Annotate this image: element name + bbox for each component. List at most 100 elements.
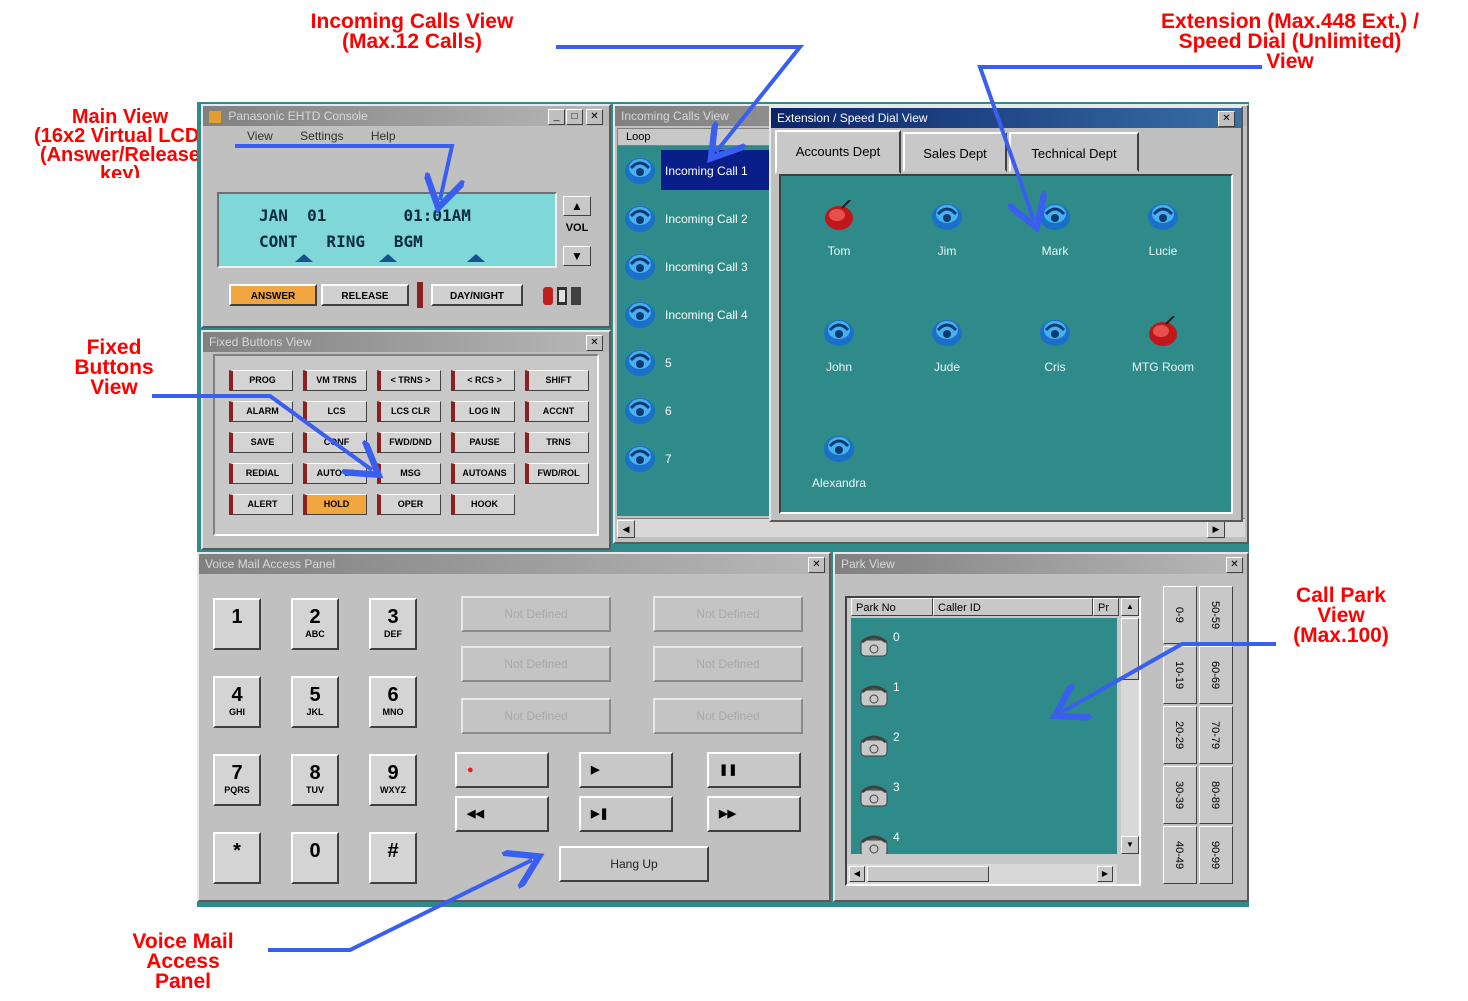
lcd-softkey-3-icon[interactable]: [467, 254, 485, 262]
incoming-call-item[interactable]: 7: [617, 436, 773, 480]
extension-view-titlebar[interactable]: Extension / Speed Dial View: [771, 108, 1241, 128]
fixed-button-alarm[interactable]: ALARM: [229, 401, 293, 422]
play-button[interactable]: ▶: [579, 752, 673, 788]
extension-item[interactable]: Jude: [897, 302, 997, 382]
fixed-button-lcs-clr[interactable]: LCS CLR: [377, 401, 441, 422]
answer-button[interactable]: ANSWER: [229, 284, 317, 306]
menu-help[interactable]: Help: [371, 129, 396, 143]
tab-accounts-dept[interactable]: Accounts Dept: [775, 130, 901, 174]
park-range-tab[interactable]: 50-59: [1199, 586, 1233, 644]
extension-item[interactable]: Lucie: [1113, 186, 1213, 266]
park-range-tab[interactable]: 80-89: [1199, 766, 1233, 824]
fixed-button-shift[interactable]: SHIFT: [525, 370, 589, 391]
fixed-button-msg[interactable]: MSG: [377, 463, 441, 484]
scroll-down-button[interactable]: ▼: [1121, 836, 1139, 854]
column-header-caller-id[interactable]: Caller ID: [933, 598, 1093, 616]
extension-item[interactable]: Alexandra: [789, 418, 889, 498]
extension-item[interactable]: Jim: [897, 186, 997, 266]
close-button[interactable]: ✕: [1218, 111, 1235, 127]
fixed-button-log-in[interactable]: LOG IN: [451, 401, 515, 422]
tab-technical-dept[interactable]: Technical Dept: [1009, 132, 1139, 172]
column-header-park-no[interactable]: Park No: [851, 598, 933, 616]
park-range-tab[interactable]: 70-79: [1199, 706, 1233, 764]
scroll-right-button[interactable]: ▶: [1207, 520, 1225, 538]
dial-key[interactable]: #: [369, 832, 417, 884]
fixed-button-oper[interactable]: OPER: [377, 494, 441, 515]
horizontal-scrollbar[interactable]: ◀ ▶: [847, 864, 1117, 884]
fixed-button-conf[interactable]: CONF: [303, 432, 367, 453]
column-header-pr[interactable]: Pr: [1093, 598, 1119, 616]
park-row[interactable]: 3: [851, 778, 1111, 818]
volume-down-button[interactable]: ▼: [563, 246, 591, 266]
dial-key[interactable]: 7 PQRS: [213, 754, 261, 806]
fixed-button-alert[interactable]: ALERT: [229, 494, 293, 515]
park-range-tab[interactable]: 40-49: [1163, 826, 1197, 884]
maximize-button[interactable]: □: [566, 109, 583, 125]
voice-mail-titlebar[interactable]: Voice Mail Access Panel: [199, 554, 829, 574]
fixed-button-pause[interactable]: PAUSE: [451, 432, 515, 453]
scroll-thumb[interactable]: [867, 866, 989, 882]
menu-settings[interactable]: Settings: [300, 129, 343, 143]
incoming-call-item[interactable]: Incoming Call 3: [617, 244, 773, 288]
rewind-button[interactable]: ◀◀: [455, 796, 549, 832]
dial-key[interactable]: 9 WXYZ: [369, 754, 417, 806]
fixed-button-lcs[interactable]: LCS: [303, 401, 367, 422]
scroll-thumb[interactable]: [1121, 618, 1139, 680]
volume-up-button[interactable]: ▲: [563, 196, 591, 216]
lcd-softkey-2-icon[interactable]: [379, 254, 397, 262]
play-pause-button[interactable]: ▶❚: [579, 796, 673, 832]
dial-key[interactable]: 0: [291, 832, 339, 884]
dial-key[interactable]: 6 MNO: [369, 676, 417, 728]
dial-key[interactable]: 5 JKL: [291, 676, 339, 728]
pause-button[interactable]: ❚❚: [707, 752, 801, 788]
tab-sales-dept[interactable]: Sales Dept: [903, 132, 1007, 172]
fixed-button-hold[interactable]: HOLD: [303, 494, 367, 515]
not-defined-button-2[interactable]: Not Defined: [461, 646, 611, 682]
incoming-call-item[interactable]: Incoming Call 1: [617, 148, 773, 192]
fixed-button-fwd-rol[interactable]: FWD/ROL: [525, 463, 589, 484]
dial-key[interactable]: 8 TUV: [291, 754, 339, 806]
close-button[interactable]: ✕: [808, 557, 825, 573]
not-defined-button-3[interactable]: Not Defined: [461, 698, 611, 734]
scroll-left-button[interactable]: ◀: [849, 866, 865, 882]
park-range-tab[interactable]: 30-39: [1163, 766, 1197, 824]
dial-key[interactable]: *: [213, 832, 261, 884]
not-defined-button-1[interactable]: Not Defined: [461, 596, 611, 632]
park-range-tab[interactable]: 10-19: [1163, 646, 1197, 704]
close-button[interactable]: ✕: [586, 109, 603, 125]
fixed-buttons-titlebar[interactable]: Fixed Buttons View: [203, 332, 609, 352]
fixed-button-rcs[interactable]: < RCS >: [451, 370, 515, 391]
extension-item[interactable]: MTG Room: [1113, 302, 1213, 382]
scroll-left-button[interactable]: ◀: [617, 520, 635, 538]
close-button[interactable]: ✕: [586, 335, 603, 351]
park-view-titlebar[interactable]: Park View: [835, 554, 1247, 574]
release-button[interactable]: RELEASE: [321, 284, 409, 306]
scroll-up-button[interactable]: ▲: [1121, 598, 1139, 616]
fixed-button-accnt[interactable]: ACCNT: [525, 401, 589, 422]
record-button[interactable]: ●: [455, 752, 549, 788]
fixed-button-save[interactable]: SAVE: [229, 432, 293, 453]
fixed-button-fwd-dnd[interactable]: FWD/DND: [377, 432, 441, 453]
extension-item[interactable]: John: [789, 302, 889, 382]
not-defined-button-6[interactable]: Not Defined: [653, 698, 803, 734]
fixed-button-hook[interactable]: HOOK: [451, 494, 515, 515]
park-range-tab[interactable]: 20-29: [1163, 706, 1197, 764]
extension-item[interactable]: Tom: [789, 186, 889, 266]
not-defined-button-5[interactable]: Not Defined: [653, 646, 803, 682]
incoming-call-item[interactable]: Incoming Call 2: [617, 196, 773, 240]
day-night-button[interactable]: DAY/NIGHT: [431, 284, 523, 306]
incoming-call-item[interactable]: 5: [617, 340, 773, 384]
park-row[interactable]: 2: [851, 728, 1111, 768]
fixed-button-autoans[interactable]: AUTOANS: [451, 463, 515, 484]
incoming-call-item[interactable]: 6: [617, 388, 773, 432]
dial-key[interactable]: 1: [213, 598, 261, 650]
dial-key[interactable]: 3 DEF: [369, 598, 417, 650]
fixed-button-vm-trns[interactable]: VM TRNS: [303, 370, 367, 391]
park-range-tab[interactable]: 0-9: [1163, 586, 1197, 644]
extension-item[interactable]: Mark: [1005, 186, 1105, 266]
minimize-button[interactable]: _: [548, 109, 565, 125]
hang-up-button[interactable]: Hang Up: [559, 846, 709, 882]
park-range-tab[interactable]: 60-69: [1199, 646, 1233, 704]
fixed-button-trns[interactable]: TRNS: [525, 432, 589, 453]
park-range-tab[interactable]: 90-99: [1199, 826, 1233, 884]
